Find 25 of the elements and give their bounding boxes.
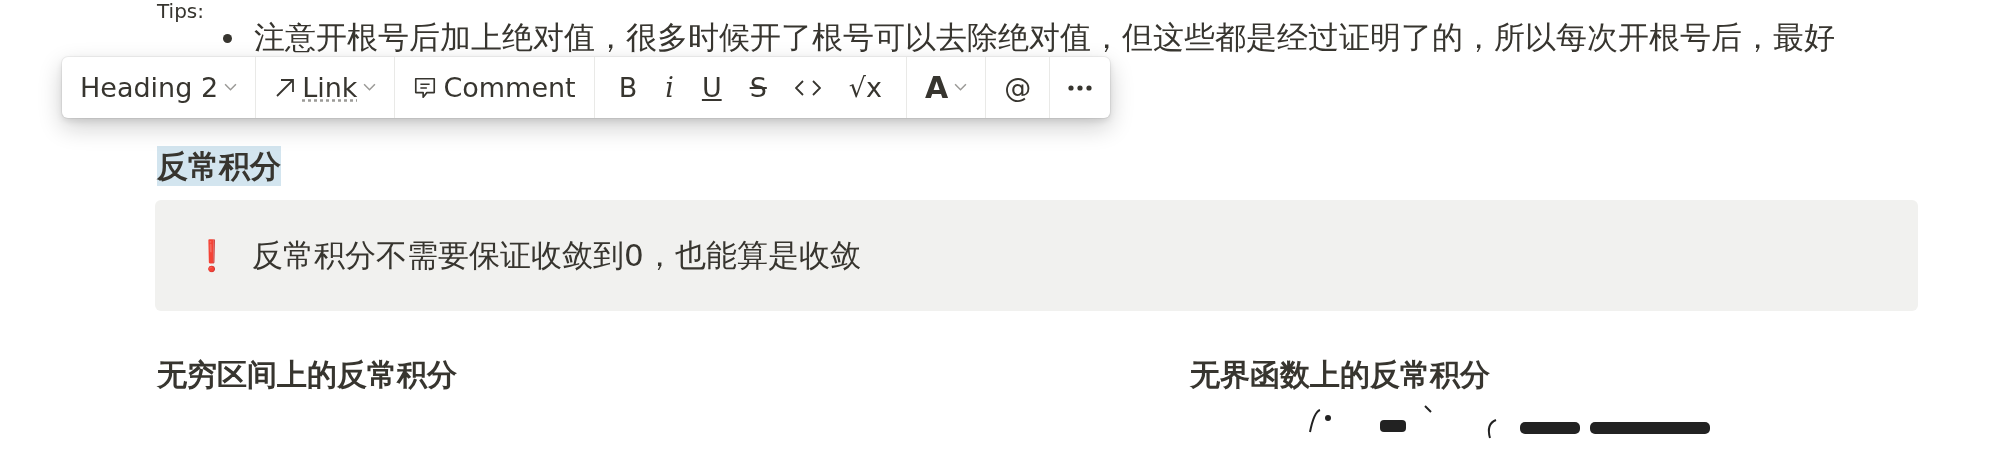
text-color-button[interactable]: A bbox=[917, 67, 976, 108]
mention-button[interactable]: @ bbox=[996, 67, 1040, 108]
block-type-dropdown[interactable]: Heading 2 bbox=[72, 67, 246, 108]
italic-button[interactable]: i bbox=[651, 67, 688, 108]
chevron-down-icon bbox=[224, 83, 238, 92]
arrow-icon bbox=[274, 76, 297, 99]
bullet-text: 注意开根号后加上绝对值，很多时候开了根号可以去除绝对值，但这些都是经过证明了的，所以每次开根号后，最好 bbox=[254, 18, 1835, 57]
strike-button[interactable]: S bbox=[735, 67, 781, 108]
link-button[interactable]: Link bbox=[266, 67, 385, 108]
code-icon bbox=[794, 79, 821, 96]
callout-text: 反常积分不需要保证收敛到0，也能算是收敛 bbox=[252, 235, 861, 275]
bold-button[interactable]: B bbox=[604, 67, 652, 108]
subheading: 无界函数上的反常积分 bbox=[1190, 356, 1490, 394]
more-icon bbox=[1068, 84, 1093, 91]
underline-button[interactable]: U bbox=[687, 67, 736, 108]
section-heading: 反常积分 bbox=[157, 146, 281, 186]
exclamation-icon: ❗ bbox=[193, 238, 230, 273]
tips-label: Tips: bbox=[157, 0, 205, 22]
chevron-down-icon bbox=[954, 83, 968, 92]
bullet-icon bbox=[223, 33, 232, 43]
comment-icon bbox=[413, 75, 438, 100]
equation-button[interactable]: √x bbox=[834, 67, 896, 108]
chevron-down-icon bbox=[363, 83, 377, 92]
comment-button[interactable]: Comment bbox=[405, 67, 584, 108]
subheading: 无穷区间上的反常积分 bbox=[157, 356, 457, 394]
